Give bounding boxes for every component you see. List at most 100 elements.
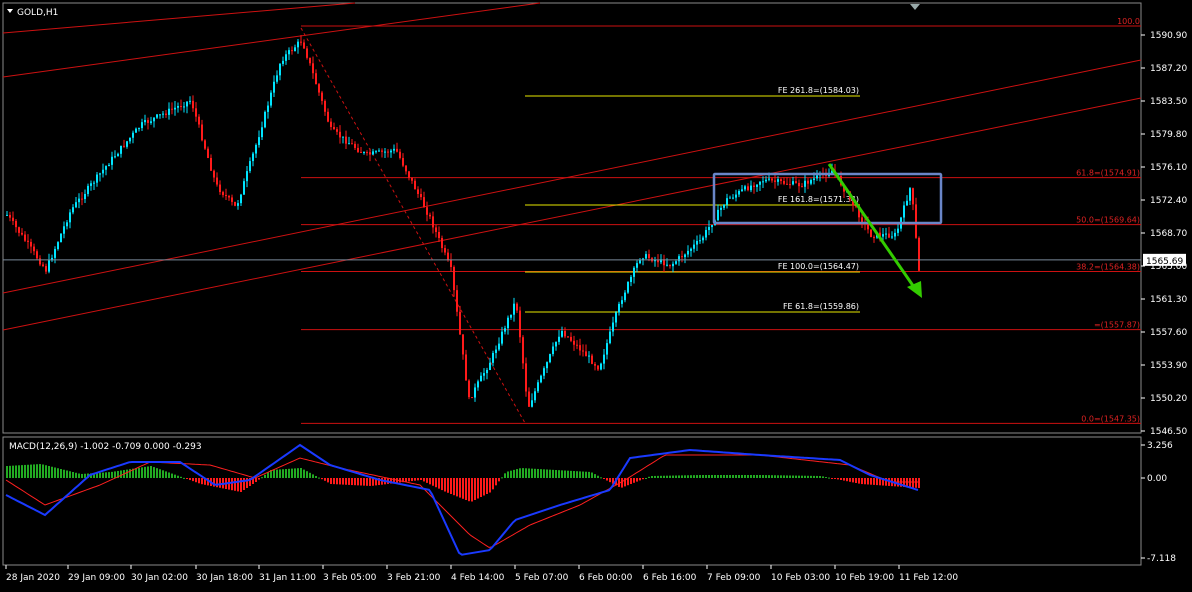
candle-body: [630, 276, 632, 282]
macd-label: MACD(12,26,9) -1.002 -0.709 0.000 -0.293: [9, 442, 202, 452]
macd-bar: [519, 468, 521, 478]
macd-bar: [12, 465, 14, 478]
macd-bar: [687, 475, 689, 478]
channel-line-middle: [2, 59, 1142, 294]
macd-bar: [546, 469, 548, 478]
candle-body: [579, 345, 581, 351]
macd-bar: [603, 478, 605, 479]
candle-body: [627, 281, 629, 293]
time-axis-label: 31 Jan 11:00: [259, 573, 316, 583]
candle-body: [537, 382, 539, 392]
candle-body: [426, 207, 428, 215]
macd-bar: [495, 478, 497, 486]
candle-body: [180, 105, 182, 107]
macd-bar: [303, 469, 305, 478]
macd-bar: [537, 468, 539, 478]
candle-body: [459, 311, 461, 335]
macd-bar: [747, 475, 749, 478]
candle-body: [24, 234, 26, 241]
candle-body: [192, 100, 194, 109]
candle-body: [816, 175, 818, 179]
macd-bar: [558, 470, 560, 478]
chart-canvas[interactable]: GOLD,H1 100.0 61.8=(1574.91) 50.0=(1569.64…: [0, 0, 1192, 588]
candle-body: [252, 153, 254, 162]
candle-body: [339, 131, 341, 138]
candle-body: [333, 127, 335, 130]
candle-body: [300, 41, 302, 43]
candle-body: [585, 351, 587, 357]
candle-body: [408, 171, 410, 178]
macd-bar: [654, 475, 656, 478]
time-axis-label: 10 Feb 03:00: [771, 573, 830, 583]
candle-body: [498, 343, 500, 350]
candle-body: [597, 365, 599, 370]
macd-bar: [870, 478, 872, 485]
macd-bar: [585, 471, 587, 478]
candle-body: [78, 198, 80, 203]
candle-body: [558, 336, 560, 342]
candle-body: [162, 113, 164, 115]
fibo-expansion[interactable]: FE 261.8=(1584.03) FE 161.8=(1571.34) FE 1…: [525, 86, 860, 313]
macd-bar: [501, 477, 503, 479]
fe-level-label: FE 61.8=(1559.86): [783, 302, 859, 311]
macd-bar: [651, 475, 653, 478]
candle-body: [396, 148, 398, 152]
fibo-level-label: 100.0: [1117, 17, 1140, 26]
macd-bar: [657, 475, 659, 478]
macd-bar: [420, 478, 422, 480]
candle-body: [75, 202, 77, 208]
macd-bar: [456, 478, 458, 497]
candle-body: [114, 156, 116, 158]
macd-bar: [63, 469, 65, 478]
channel-lines[interactable]: [2, 2, 1142, 331]
candle-body: [444, 248, 446, 253]
shift-marker-icon[interactable]: [910, 4, 920, 10]
candle-body: [510, 314, 512, 318]
time-axis-label: 10 Feb 19:00: [835, 573, 894, 583]
macd-bar: [594, 474, 596, 478]
macd-bar: [354, 478, 356, 486]
macd-bar: [84, 473, 86, 478]
menu-triangle-icon[interactable]: [7, 9, 13, 13]
time-axis-label: 3 Feb 21:00: [387, 573, 441, 583]
macd-bar: [705, 475, 707, 478]
macd-bar: [72, 472, 74, 478]
macd-bar: [345, 478, 347, 485]
candle-body: [531, 400, 533, 407]
candle-body: [576, 344, 578, 346]
macd-bar: [834, 478, 836, 479]
candle-body: [750, 185, 752, 191]
macd-bar: [177, 475, 179, 478]
candle-body: [255, 144, 257, 154]
candle-body: [12, 217, 14, 221]
macd-bar: [360, 478, 362, 486]
macd-bar: [645, 478, 647, 479]
macd-bar: [540, 469, 542, 478]
candle-body: [762, 181, 764, 183]
macd-bar: [912, 478, 914, 488]
macd-bar: [915, 478, 917, 488]
macd-bar: [453, 478, 455, 496]
macd-bar: [669, 475, 671, 478]
candle-body: [111, 156, 113, 165]
candle-body: [711, 224, 713, 228]
fibo-level-label: 61.8=(1574.91): [1076, 169, 1140, 178]
time-axis-label: 11 Feb 12:00: [899, 573, 958, 583]
time-axis-label: 7 Feb 09:00: [707, 573, 761, 583]
fibo-level-label: 0.0=(1547.35): [1081, 414, 1140, 423]
bearish-arrow[interactable]: [827, 163, 922, 298]
candle-body: [678, 256, 680, 262]
candle-body: [687, 250, 689, 255]
macd-bar: [108, 472, 110, 478]
macd-bar: [156, 468, 158, 478]
candle-body: [735, 194, 737, 198]
price-axis-label: 1550.20: [1150, 394, 1187, 404]
candle-body: [312, 63, 314, 74]
candle-body: [42, 264, 44, 267]
candle-body: [327, 111, 329, 122]
candle-body: [423, 197, 425, 208]
macd-bar: [306, 471, 308, 478]
candle-body: [774, 180, 776, 182]
macd-bar: [852, 478, 854, 483]
macd-bar: [873, 478, 875, 485]
